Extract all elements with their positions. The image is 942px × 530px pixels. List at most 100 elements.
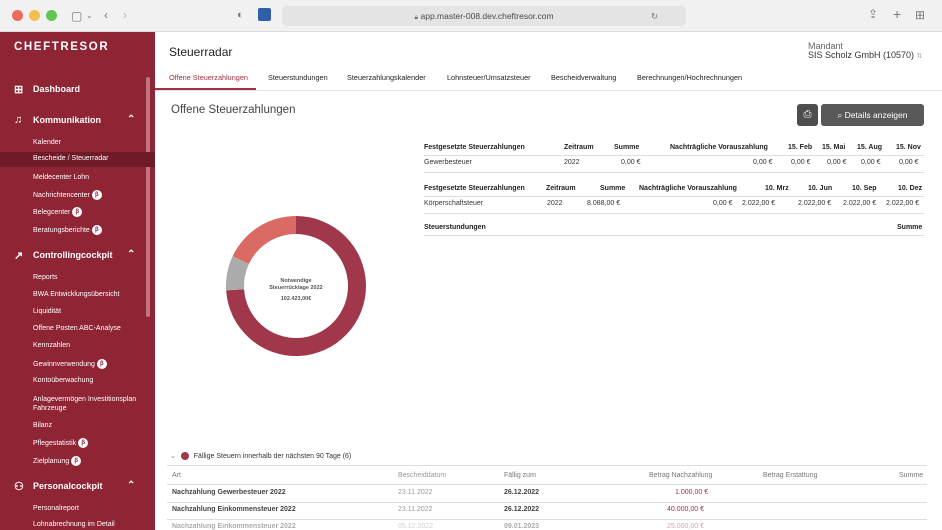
table-header: Nachträgliche Vorauszahlung (670, 144, 768, 151)
sidebar-item-zielplanung[interactable]: Zielplanung β (0, 456, 155, 468)
sidebar-item-meldecenter[interactable]: Meldecenter Lohn (0, 174, 155, 186)
table-header: Festgesetzte Steuerzahlungen (424, 144, 525, 151)
sidebar-item-bilanz[interactable]: Bilanz (0, 422, 155, 434)
new-tab-icon[interactable]: + (893, 7, 901, 21)
minimize-window-button[interactable] (29, 10, 40, 21)
table-header: Art (172, 472, 181, 479)
gewerbesteuer-table: Festgesetzte Steuerzahlungen Zeitraum Su… (424, 142, 924, 176)
sidebar-item-offene-posten[interactable]: Offene Posten ABC-Analyse (0, 325, 155, 337)
table-cell: 0,00 € (713, 200, 733, 207)
address-bar[interactable]: 🔒︎ app.master-008.dev.cheftresor.com ↻ (282, 6, 686, 26)
table-header: Fällig zum (504, 472, 536, 479)
sidebar-toggle-icon[interactable]: ▢ (71, 10, 82, 22)
donut-line-1: Notwendige (280, 278, 311, 284)
sidebar-section-kommunikation[interactable]: ♫ Kommunikation ⌃ (0, 114, 155, 129)
sidebar-item-liquiditaet[interactable]: Liquidität (0, 308, 155, 320)
share-icon[interactable]: ⇪ (868, 8, 878, 20)
print-button[interactable]: ⎙ (797, 104, 818, 126)
sidebar-item-reports[interactable]: Reports (0, 274, 155, 286)
forward-icon[interactable]: › (123, 9, 127, 21)
mandant-value: SIS Scholz GmbH (10570) (808, 50, 915, 60)
cheftresor-logo[interactable]: CHEFTRESOR (14, 41, 109, 53)
legend-dot (180, 452, 189, 461)
beta-badge: β (71, 456, 82, 466)
back-icon[interactable]: ‹ (104, 9, 108, 21)
tab-bescheidverwaltung[interactable]: Bescheidverwaltung (551, 73, 616, 82)
table-header: Steuerstundungen (424, 224, 486, 231)
table-header: 10. Dez (898, 185, 923, 192)
sidebar-section-controlling[interactable]: ↗ Controllingcockpit ⌃ (0, 249, 155, 264)
sidebar-item-personalreport[interactable]: Personalreport (0, 505, 155, 517)
sidebar-item-anlagevermoegen[interactable]: Anlagevermögen Investitionsplan Fahrzeug… (0, 395, 155, 417)
sidebar-item-bwa[interactable]: BWA Entwicklungsübersicht (0, 291, 155, 303)
beta-badge: β (78, 438, 89, 448)
chevron-down-icon[interactable]: ⌄ (86, 10, 93, 22)
sidebar-item-nachrichtencenter[interactable]: Nachrichtencenter β (0, 190, 155, 202)
sidebar-item-pflegestatistik[interactable]: Pflegestatistik β (0, 438, 155, 450)
table-cell: Körperschaftsteuer (424, 200, 484, 207)
table-cell: 0,00 € (861, 159, 881, 166)
donut-line-2: Steuerrücklage 2022 (269, 285, 323, 291)
table-header: Zeitraum (546, 185, 576, 192)
sidebar-item-bescheide[interactable]: Bescheide / Steuerradar (0, 152, 155, 167)
table-row[interactable]: Nachzahlung Einkommensteuer 2022 23.11.2… (172, 506, 924, 518)
reload-icon[interactable]: ↻ (651, 6, 658, 26)
table-cell: 2022 (547, 200, 563, 207)
table-header: Betrag Erstattung (763, 472, 818, 479)
table-header: 10. Jun (808, 185, 833, 192)
sidebar-item-beratungsberichte[interactable]: Beratungsberichte β (0, 225, 155, 237)
sidebar-section-personal[interactable]: ⚇ Personalcockpit ⌃ (0, 480, 155, 495)
extension-icon[interactable] (258, 8, 271, 21)
table-cell: 2022 (564, 159, 580, 166)
details-button[interactable]: ⌕ Details anzeigen (821, 104, 924, 126)
sidebar-item-dashboard[interactable]: ⊞ Dashboard (0, 84, 155, 98)
table-cell: 0,00 € (791, 159, 811, 166)
table-row[interactable]: Nachzahlung Gewerbesteuer 2022 23.11.202… (172, 489, 924, 501)
table-cell: Gewerbesteuer (424, 159, 472, 166)
sidebar-item-kennzahlen[interactable]: Kennzahlen (0, 342, 155, 354)
table-row[interactable]: Nachzahlung Einkommensteuer 2022 05.12.2… (172, 523, 924, 530)
table-header: Betrag Nachzahlung (649, 472, 713, 479)
table-header: 15. Feb (788, 144, 813, 151)
tab-berechnungen[interactable]: Berechnungen/Hochrechnungen (637, 73, 742, 82)
table-header: Summe (614, 144, 640, 151)
sidebar-item-belegcenter[interactable]: Belegcenter β (0, 207, 155, 219)
table-cell: 2.022,00 € (798, 200, 832, 207)
bell-icon: ♫ (14, 114, 23, 126)
sidebar-item-gewinnverwendung[interactable]: Gewinnverwendung β (0, 359, 155, 371)
table-header: 10. Sep (852, 185, 877, 192)
tax-reserve-donut-chart: Notwendige Steuerrücklage 2022 102.423,0… (226, 216, 366, 356)
privacy-shield-icon[interactable]: ◐ (237, 9, 244, 21)
table-header: Zeitraum (564, 144, 594, 151)
section-title: Offene Steuerzahlungen (171, 104, 296, 116)
table-cell: 2.022,00 € (843, 200, 877, 207)
sidebar-item-kalender[interactable]: Kalender (0, 139, 155, 151)
table-header: Nachträgliche Vorauszahlung (639, 185, 737, 192)
due-taxes-toggle[interactable]: ⌄ Fällige Steuern innerhalb der nächsten… (170, 452, 351, 461)
table-cell: 8.088,00 € (587, 200, 621, 207)
close-window-button[interactable] (12, 10, 23, 21)
tab-offene-steuerzahlungen[interactable]: Offene Steuerzahlungen (155, 73, 256, 90)
chevron-up-icon: ⌃ (127, 480, 136, 491)
lock-icon: 🔒︎ (414, 14, 419, 21)
mandant-selector[interactable]: Mandant SIS Scholz GmbH (10570) ⇅ (808, 42, 922, 61)
tab-lohnsteuer-umsatzsteuer[interactable]: Lohnsteuer/Umsatzsteuer (447, 73, 531, 82)
url-text: app.master-008.dev.cheftresor.com (420, 11, 554, 21)
table-cell: 0,00 € (827, 159, 847, 166)
zoom-window-button[interactable] (46, 10, 57, 21)
sidebar-item-kontoueberwachung[interactable]: Kontoüberwachung (0, 377, 155, 389)
table-header: 15. Aug (857, 144, 883, 151)
people-icon: ⚇ (14, 481, 24, 493)
table-cell: 2.022,00 € (742, 200, 776, 207)
due-taxes-table: Art Bescheiddatum Fällig zum Betrag Nach… (167, 472, 927, 530)
beta-badge: β (96, 359, 107, 369)
tab-steuerstundungen[interactable]: Steuerstundungen (268, 73, 328, 82)
tab-steuerzahlungskalender[interactable]: Steuerzahlungskalender (347, 73, 426, 82)
table-cell: 0,00 € (753, 159, 773, 166)
beta-badge: β (91, 190, 102, 200)
tab-overview-icon[interactable]: ⊞ (915, 9, 925, 21)
donut-segment-light[interactable] (232, 216, 296, 264)
table-header: Summe (899, 472, 924, 479)
sidebar-item-lohnabrechnung[interactable]: Lohnabrechnung im Detail (0, 521, 155, 530)
table-header: 15. Mai (822, 144, 846, 151)
